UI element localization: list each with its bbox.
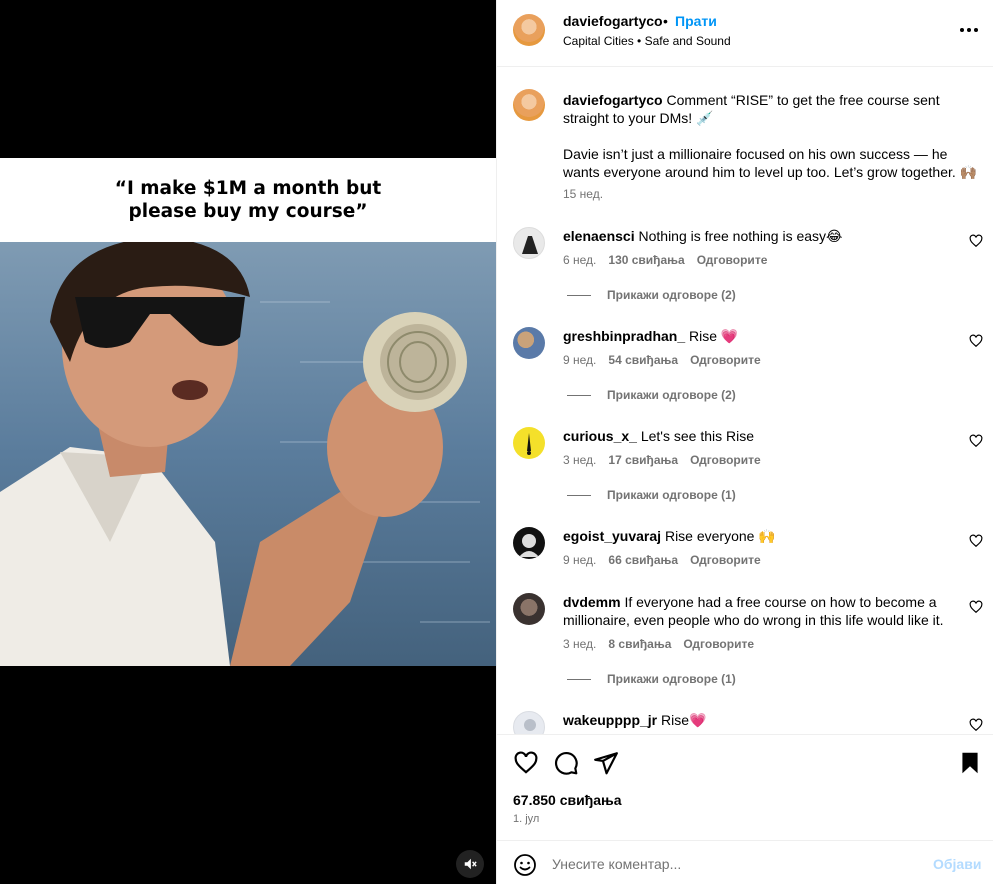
comment-username[interactable]: dvdemm	[563, 594, 621, 610]
comment-time: 9 нед.	[563, 553, 597, 567]
caption-text-2: Davie isn’t just a millionaire focused o…	[563, 146, 978, 180]
heart-icon[interactable]	[969, 434, 983, 448]
avatar-art	[519, 534, 539, 557]
reply-button[interactable]: Одговорите	[683, 637, 754, 651]
comment-text: elenaensci Nothing is free nothing is ea…	[563, 227, 983, 245]
reply-button[interactable]: Одговорите	[690, 553, 761, 567]
post-header: daviefogartyco • Прати Capital Cities • …	[497, 0, 993, 67]
heart-icon[interactable]	[969, 718, 983, 732]
speaker-muted-icon	[464, 858, 477, 870]
post-actions: 67.850 свиђања 1. јул	[497, 734, 993, 840]
avatar-art	[527, 433, 531, 455]
reply-button[interactable]: Одговорите	[690, 453, 761, 467]
comment-time: 3 нед.	[563, 453, 597, 467]
avatar[interactable]	[513, 711, 545, 734]
heart-icon[interactable]	[513, 750, 539, 776]
comment-username[interactable]: greshbinpradhan_	[563, 328, 685, 344]
comment-icon[interactable]	[553, 750, 579, 776]
avatar-art	[522, 236, 538, 254]
video-frame-art	[0, 242, 496, 666]
comment-body: Rise everyone 🙌	[664, 528, 776, 544]
post-comment-button[interactable]: Објави	[933, 856, 981, 872]
comment-meta: 9 нед. 66 свиђања Одговорите	[563, 553, 761, 567]
comment-likes[interactable]: 8 свиђања	[608, 637, 671, 651]
comment-body: Rise 💗	[689, 328, 739, 344]
reply-button[interactable]: Одговорите	[697, 253, 768, 267]
comment-text: egoist_yuvaraj Rise everyone 🙌	[563, 527, 983, 545]
separator-dot: •	[663, 13, 668, 29]
author-username[interactable]: daviefogartyco	[563, 13, 663, 29]
avatar[interactable]	[513, 327, 545, 359]
comment-meta: 3 нед. 8 свиђања Одговорите	[563, 637, 754, 651]
video-player[interactable]: “I make $1M a month but please buy my co…	[0, 0, 496, 884]
comment-username[interactable]: wakeupppp_jr	[563, 712, 657, 728]
avatar[interactable]	[513, 227, 545, 259]
comment-time: 9 нед.	[563, 353, 597, 367]
comment-username[interactable]: egoist_yuvaraj	[563, 528, 661, 544]
comment-username[interactable]: curious_x_	[563, 428, 637, 444]
post-view: “I make $1M a month but please buy my co…	[0, 0, 993, 884]
comment-username[interactable]: elenaensci	[563, 228, 635, 244]
like-count[interactable]: 67.850 свиђања	[513, 792, 622, 808]
caption-meta: 15 нед.	[563, 187, 603, 201]
post-date: 1. јул	[513, 813, 540, 825]
caption-time: 15 нед.	[563, 187, 604, 201]
bookmark-icon[interactable]	[957, 750, 983, 776]
post-details-panel: daviefogartyco • Прати Capital Cities • …	[496, 0, 993, 884]
more-horizontal-icon[interactable]	[959, 22, 979, 38]
comment-meta: 9 нед. 54 свиђања Одговорите	[563, 353, 761, 367]
caption-avatar[interactable]	[513, 89, 545, 121]
emoji-icon[interactable]	[513, 853, 537, 877]
comment-meta: 3 нед. 17 свиђања Одговорите	[563, 453, 761, 467]
default-avatar-icon	[524, 719, 536, 731]
caption-text: daviefogartyco Comment “RISE” to get the…	[563, 91, 983, 127]
comment-body: If everyone had a free course on how to …	[563, 594, 944, 628]
comment-time: 6 нед.	[563, 253, 597, 267]
caption-username[interactable]: daviefogartyco	[563, 92, 663, 108]
avatar[interactable]	[513, 427, 545, 459]
follow-button[interactable]: Прати	[675, 13, 717, 29]
heart-icon[interactable]	[969, 334, 983, 348]
audio-track[interactable]: Capital Cities • Safe and Sound	[563, 34, 731, 48]
comment-text: curious_x_ Let's see this Rise	[563, 427, 983, 445]
view-replies-button[interactable]: Прикажи одговоре (2)	[567, 388, 736, 402]
view-replies-button[interactable]: Прикажи одговоре (1)	[567, 672, 736, 686]
comment-text: greshbinpradhan_ Rise 💗	[563, 327, 983, 345]
reply-button[interactable]: Одговорите	[690, 353, 761, 367]
comments-list[interactable]: daviefogartyco Comment “RISE” to get the…	[497, 67, 993, 734]
video-caption: “I make $1M a month but please buy my co…	[114, 178, 382, 222]
comment-likes[interactable]: 130 свиђања	[608, 253, 684, 267]
comment-body: Nothing is free nothing is easy😂	[638, 228, 843, 244]
comment-body: Let's see this Rise	[640, 428, 754, 444]
comment-likes[interactable]: 17 свиђања	[608, 453, 678, 467]
comment-text: wakeupppp_jr Rise💗	[563, 711, 983, 729]
heart-icon[interactable]	[969, 600, 983, 614]
video-caption-band: “I make $1M a month but please buy my co…	[0, 158, 496, 242]
comment-time: 3 нед.	[563, 637, 597, 651]
avatar[interactable]	[513, 527, 545, 559]
heart-icon[interactable]	[969, 234, 983, 248]
comment-input[interactable]	[552, 853, 912, 875]
avatar[interactable]	[513, 593, 545, 625]
comment-text: dvdemm If everyone had a free course on …	[563, 593, 983, 629]
comment-meta: 6 нед. 130 свиђања Одговорите	[563, 253, 767, 267]
mute-button[interactable]	[456, 850, 484, 878]
comment-body: Rise💗	[661, 712, 707, 728]
comment-composer: Објави	[497, 840, 993, 884]
comment-likes[interactable]: 66 свиђања	[608, 553, 678, 567]
view-replies-button[interactable]: Прикажи одговоре (2)	[567, 288, 736, 302]
comment-likes[interactable]: 54 свиђања	[608, 353, 678, 367]
heart-icon[interactable]	[969, 534, 983, 548]
view-replies-button[interactable]: Прикажи одговоре (1)	[567, 488, 736, 502]
author-avatar[interactable]	[513, 14, 545, 46]
video-frame	[0, 242, 496, 666]
send-icon[interactable]	[593, 750, 619, 776]
